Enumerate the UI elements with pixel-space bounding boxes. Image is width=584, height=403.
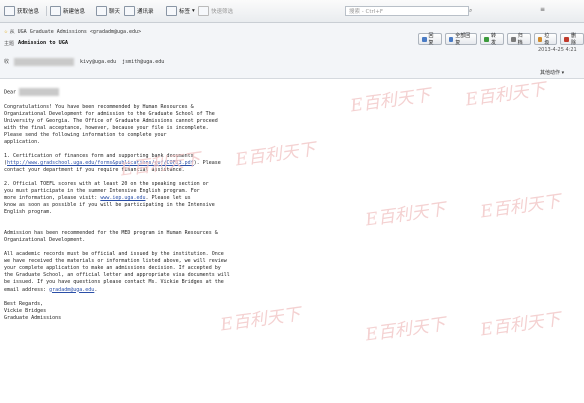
filter-icon bbox=[198, 6, 209, 16]
reply-icon bbox=[422, 36, 427, 42]
chat-button[interactable]: 聊天 bbox=[96, 5, 120, 17]
reply-all-icon bbox=[448, 36, 454, 42]
message-actions: 回复 全部回复 转发 归档 垃圾 删除 bbox=[418, 33, 584, 46]
star-icon[interactable]: ☆ bbox=[4, 28, 8, 35]
redacted-name bbox=[19, 88, 60, 96]
recipient[interactable]: kivy@uga.edu bbox=[80, 59, 116, 65]
address-book-button[interactable]: 通讯录 bbox=[124, 5, 154, 17]
junk-button[interactable]: 垃圾 bbox=[533, 33, 558, 46]
message-body: Dear Congratulations! You have been reco… bbox=[4, 88, 334, 322]
watermark-logo: E百利天下 bbox=[364, 314, 447, 346]
recipients: kivy@uga.edu jsmith@uga.edu bbox=[14, 58, 164, 66]
new-message-button[interactable]: 新建信息 bbox=[50, 5, 85, 17]
toolbar: 获取信息 新建信息 聊天 通讯录 标签 ▾ 快速筛选 搜索 - Ctrl+F ⌕ … bbox=[0, 0, 584, 23]
menu-icon[interactable]: ≡ bbox=[540, 6, 545, 13]
paragraph: All academic records must be official an… bbox=[4, 251, 230, 293]
watermark-logo: E百利天下 bbox=[479, 191, 562, 223]
junk-icon bbox=[537, 36, 543, 42]
forward-button[interactable]: 转发 bbox=[480, 33, 505, 46]
message-date: 2013-4-25 4:21 bbox=[538, 47, 577, 53]
other-actions-button[interactable]: 其他动作 ▾ bbox=[540, 69, 564, 76]
watermark-logo: E百利天下 bbox=[364, 199, 447, 231]
chat-icon bbox=[96, 6, 107, 16]
to-label: 收 bbox=[4, 59, 10, 65]
tag-icon bbox=[166, 6, 177, 16]
iep-link[interactable]: www.iep.uga.edu bbox=[100, 195, 145, 201]
reply-all-button[interactable]: 全部回复 bbox=[444, 33, 478, 46]
paragraph: 2. Official TOEFL scores with at least 2… bbox=[4, 180, 215, 216]
subject-label: 主题 bbox=[4, 41, 15, 47]
paragraph: Admission has been recommended for the M… bbox=[4, 230, 218, 244]
get-mail-button[interactable]: 获取信息 bbox=[4, 5, 39, 17]
greeting: Dear bbox=[4, 88, 334, 97]
download-mail-icon bbox=[4, 6, 15, 16]
email-link[interactable]: gradadm@uga.edu bbox=[49, 287, 94, 293]
toolbar-divider bbox=[46, 6, 47, 16]
watermark-logo: E百利天下 bbox=[349, 85, 432, 117]
sender-address[interactable]: UGA Graduate Admissions <gradadm@uga.edu… bbox=[18, 29, 141, 35]
archive-icon bbox=[511, 36, 516, 42]
watermark-logo: E百利天下 bbox=[464, 79, 547, 111]
search-icon[interactable]: ⌕ bbox=[469, 6, 477, 16]
message-subject: Admission to UGA bbox=[18, 40, 68, 46]
redacted-recipient bbox=[14, 58, 74, 66]
recipient[interactable]: jsmith@uga.edu bbox=[122, 59, 164, 65]
search-input[interactable]: 搜索 - Ctrl+F bbox=[345, 6, 469, 16]
forward-icon bbox=[484, 36, 490, 42]
quick-filter-button[interactable]: 快速筛选 bbox=[198, 5, 233, 17]
delete-button[interactable]: 删除 bbox=[560, 33, 584, 46]
compose-icon bbox=[50, 6, 61, 16]
delete-icon bbox=[564, 36, 569, 42]
sender-line: ☆ 从 UGA Graduate Admissions <gradadm@uga.… bbox=[4, 28, 142, 35]
archive-button[interactable]: 归档 bbox=[507, 33, 531, 46]
tag-button[interactable]: 标签 ▾ bbox=[166, 5, 195, 17]
watermark-logo: E百利天下 bbox=[479, 309, 562, 341]
reply-button[interactable]: 回复 bbox=[418, 33, 442, 46]
address-book-icon bbox=[124, 6, 135, 16]
chevron-down-icon: ▾ bbox=[192, 8, 195, 14]
